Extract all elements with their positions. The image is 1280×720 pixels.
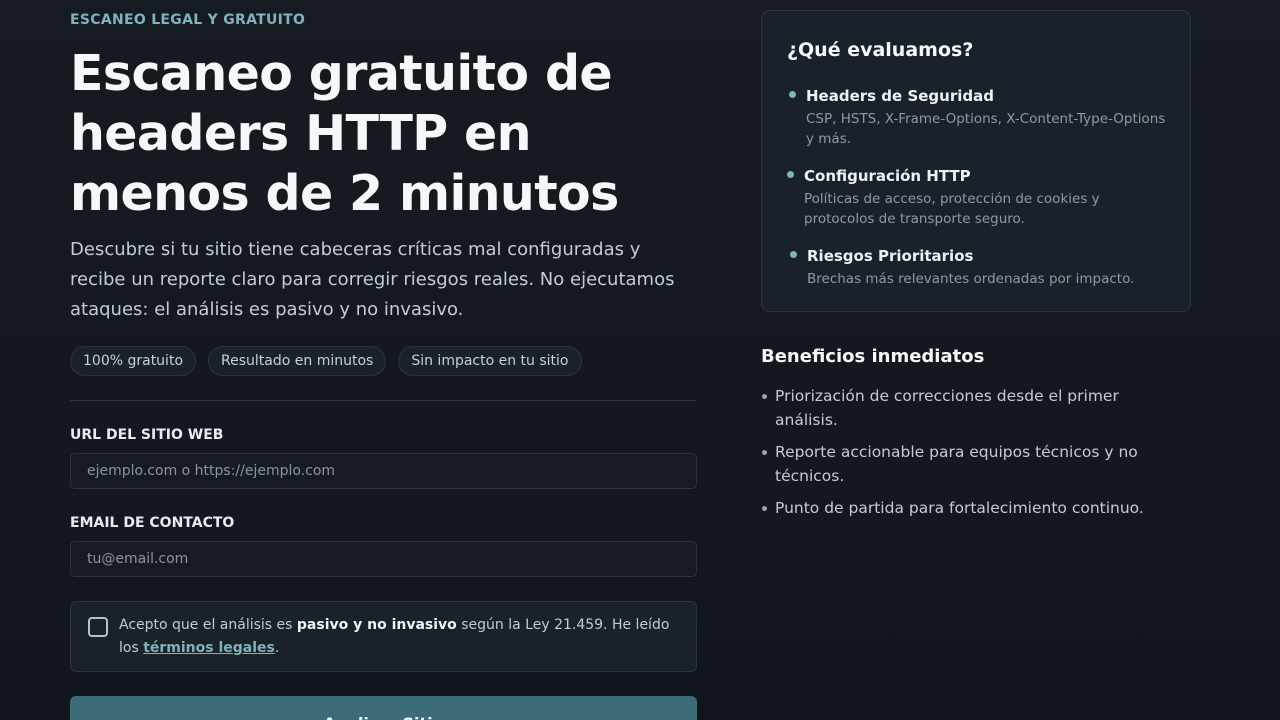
evaluation-item-title: Riesgos Prioritarios	[807, 247, 974, 265]
evaluation-item-title: Headers de Seguridad	[806, 87, 994, 105]
bullet-dot-icon	[789, 91, 796, 98]
consent-text-before: Acepto que el análisis es	[119, 617, 297, 633]
evaluation-item-desc: Brechas más relevantes ordenadas por imp…	[807, 271, 1135, 287]
consent-text: Acepto que el análisis es pasivo y no in…	[119, 614, 679, 660]
consent-checkbox[interactable]	[88, 617, 108, 637]
benefits-title: Beneficios inmediatos	[761, 346, 985, 367]
benefits-list: Priorización de correcciones desde el pr…	[761, 384, 1181, 528]
evaluation-item: Configuración HTTP Políticas de acceso, …	[787, 166, 1164, 229]
bullet-dot-icon	[787, 171, 794, 178]
consent-text-bold: pasivo y no invasivo	[296, 617, 457, 633]
evaluation-item-desc: Políticas de acceso, protección de cooki…	[804, 191, 1100, 227]
url-label: URL DEL SITIO WEB	[70, 427, 224, 443]
page: ESCANEO LEGAL Y GRATUITO Escaneo gratuit…	[0, 0, 1280, 720]
consent-box: Acepto que el análisis es pasivo y no in…	[70, 601, 697, 672]
email-input[interactable]	[70, 541, 697, 577]
divider	[70, 400, 697, 401]
list-item: Priorización de correcciones desde el pr…	[761, 384, 1181, 432]
list-item: Punto de partida para fortalecimiento co…	[761, 496, 1181, 520]
feature-chips: 100% gratuito Resultado en minutos Sin i…	[70, 346, 582, 376]
chip-fast-result: Resultado en minutos	[208, 346, 387, 376]
url-input[interactable]	[70, 453, 697, 489]
analyze-site-button[interactable]: Analizar Sitio	[70, 696, 697, 720]
email-label: EMAIL DE CONTACTO	[70, 515, 235, 531]
consent-text-end: .	[274, 640, 280, 656]
evaluation-item: Headers de Seguridad CSP, HSTS, X-Frame-…	[789, 86, 1166, 149]
evaluation-item-desc: CSP, HSTS, X-Frame-Options, X-Content-Ty…	[806, 111, 1166, 147]
chip-no-impact: Sin impacto en tu sitio	[398, 346, 582, 376]
list-item: Reporte accionable para equipos técnicos…	[761, 440, 1181, 488]
evaluation-item-title: Configuración HTTP	[804, 167, 971, 185]
evaluation-title: ¿Qué evaluamos?	[787, 39, 974, 61]
eyebrow-label: ESCANEO LEGAL Y GRATUITO	[70, 12, 306, 28]
page-title: Escaneo gratuito de headers HTTP en meno…	[70, 45, 619, 222]
legal-terms-link[interactable]: términos legales	[143, 640, 275, 656]
chip-free: 100% gratuito	[70, 346, 197, 376]
lead-paragraph: Descubre si tu sitio tiene cabeceras crí…	[70, 239, 675, 320]
evaluation-item: Riesgos Prioritarios Brechas más relevan…	[790, 246, 1167, 289]
bullet-dot-icon	[790, 251, 797, 258]
evaluation-card: ¿Qué evaluamos? Headers de Seguridad CSP…	[761, 10, 1191, 312]
